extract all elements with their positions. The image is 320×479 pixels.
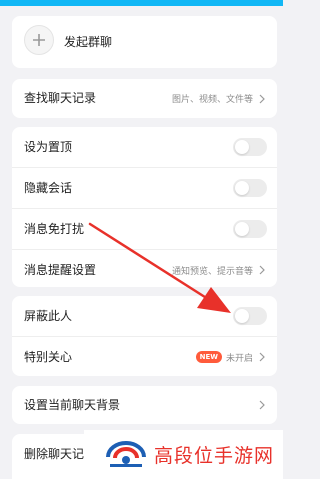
annotation-arrow-icon xyxy=(88,222,231,313)
watermark: 高段位手游网 xyxy=(84,430,283,479)
watermark-logo-icon xyxy=(106,440,146,467)
watermark-text: 高段位手游网 xyxy=(154,445,275,467)
